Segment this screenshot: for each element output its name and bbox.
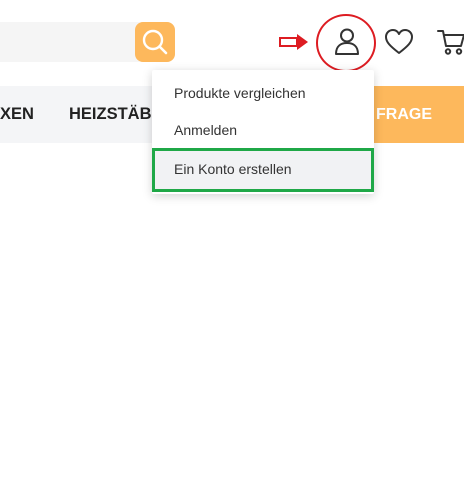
- nav-item-heizstaebe[interactable]: HEIZSTÄB: [69, 86, 154, 143]
- menu-item-compare-products[interactable]: Produkte vergleichen: [152, 75, 374, 111]
- menu-item-sign-in[interactable]: Anmelden: [152, 112, 374, 148]
- red-arrow-icon: [279, 34, 308, 50]
- heart-icon[interactable]: [384, 28, 414, 56]
- menu-item-create-account[interactable]: Ein Konto erstellen: [152, 149, 374, 189]
- search-button[interactable]: [135, 22, 175, 62]
- account-dropdown: Produkte vergleichen Anmelden Ein Konto …: [152, 70, 374, 194]
- search-icon: [142, 29, 168, 55]
- cart-icon[interactable]: [437, 28, 464, 56]
- red-circle-annotation: [316, 14, 376, 72]
- search-input[interactable]: [0, 22, 142, 62]
- nav-item-boxen[interactable]: XEN: [0, 86, 50, 143]
- nav-cta-anfrage[interactable]: FRAGE: [365, 86, 464, 143]
